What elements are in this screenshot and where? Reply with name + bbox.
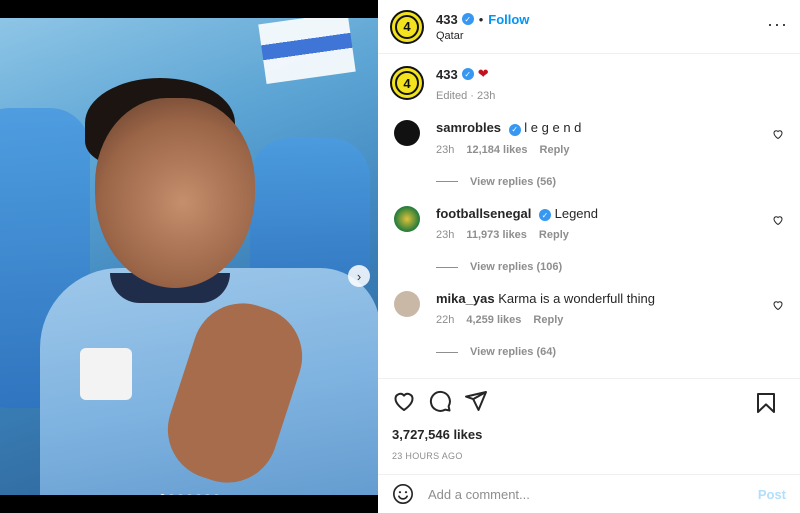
- comment-likes[interactable]: 4,259 likes: [466, 314, 521, 326]
- divider: [436, 181, 458, 182]
- comment-item: samrobles ✓ l e g e n d 23h 12,184 likes…: [390, 120, 788, 188]
- comment-time[interactable]: 23h: [436, 144, 454, 156]
- carousel-dots: [0, 494, 378, 495]
- post-timestamp[interactable]: 23 HOURS AGO: [392, 451, 788, 461]
- comment-username[interactable]: footballsenegal: [436, 206, 531, 221]
- reply-button[interactable]: Reply: [540, 144, 570, 156]
- carousel-dot: [195, 494, 201, 495]
- post-photo[interactable]: ›: [0, 18, 378, 495]
- heart-icon[interactable]: [392, 389, 416, 413]
- post-header: 4 433 ✓ • Follow Qatar ···: [378, 0, 800, 54]
- verified-icon: ✓: [461, 68, 474, 80]
- more-horizontal-icon[interactable]: ···: [767, 14, 788, 35]
- add-comment-bar: Post: [378, 474, 800, 513]
- post-detail-panel: 4 433 ✓ • Follow Qatar ··· 4 433 ✓ ❤ Edi…: [378, 0, 800, 513]
- divider: [436, 351, 458, 353]
- avatar[interactable]: [394, 205, 420, 232]
- carousel-dot: [168, 494, 174, 495]
- view-replies-label: View replies (64): [470, 346, 557, 358]
- comment-time[interactable]: 22h: [436, 314, 454, 326]
- view-replies-button[interactable]: View replies (64): [436, 346, 655, 358]
- view-replies-label: View replies (106): [470, 261, 563, 273]
- carousel-dot: [213, 494, 219, 495]
- post-author-username[interactable]: 433: [436, 12, 458, 27]
- avatar[interactable]: 4: [390, 66, 424, 100]
- flag-background: [258, 18, 356, 84]
- separator-dot: •: [478, 11, 484, 27]
- divider: [436, 266, 458, 268]
- caption: 4 433 ✓ ❤ Edited · 23h: [390, 66, 788, 102]
- carousel-dot: [159, 494, 165, 495]
- comment-username[interactable]: samrobles: [436, 120, 501, 135]
- heart-icon[interactable]: [772, 299, 784, 314]
- comment-text: l e g e n d: [524, 120, 582, 135]
- comment-username[interactable]: mika_yas: [436, 291, 495, 306]
- post-comment-button[interactable]: Post: [758, 487, 786, 502]
- carousel-dot: [177, 494, 183, 495]
- share-icon[interactable]: [464, 389, 488, 413]
- world-cup-badge: [80, 348, 132, 400]
- comment-input[interactable]: [428, 486, 758, 502]
- verified-icon: ✓: [538, 209, 551, 221]
- comment-text: Karma is a wonderfull thing: [498, 291, 655, 306]
- avatar[interactable]: [394, 120, 420, 146]
- verified-icon: ✓: [508, 123, 521, 136]
- likes-count[interactable]: 3,727,546 likes: [392, 427, 788, 442]
- caption-username[interactable]: 433: [436, 67, 458, 82]
- heart-icon[interactable]: [772, 128, 784, 143]
- caption-emoji: ❤: [477, 66, 489, 81]
- view-replies-button[interactable]: View replies (106): [436, 261, 598, 273]
- view-replies-label: View replies (56): [470, 175, 557, 188]
- emoji-icon[interactable]: [392, 483, 414, 505]
- avatar[interactable]: [394, 291, 420, 317]
- comment-likes[interactable]: 12,184 likes: [466, 144, 527, 156]
- avatar-logo: 4: [395, 14, 419, 39]
- comment-likes[interactable]: 11,973 likes: [466, 229, 527, 241]
- caption-meta: Edited · 23h: [436, 90, 496, 102]
- view-replies-button[interactable]: View replies (56): [436, 176, 581, 188]
- bookmark-icon[interactable]: [754, 391, 778, 415]
- avatar[interactable]: 4: [390, 9, 424, 44]
- carousel-dot: [186, 494, 192, 495]
- avatar-logo: 4: [395, 71, 419, 95]
- comments-section[interactable]: 4 433 ✓ ❤ Edited · 23h samrobles ✓ l e g…: [378, 54, 800, 378]
- comment-text: Legend: [554, 205, 598, 221]
- reply-button[interactable]: Reply: [533, 314, 563, 326]
- comment-time[interactable]: 23h: [436, 229, 454, 241]
- comment-icon[interactable]: [428, 389, 452, 413]
- reply-button[interactable]: Reply: [539, 229, 569, 241]
- comment-item: mika_yas Karma is a wonderfull thing 22h…: [390, 291, 788, 358]
- follow-button[interactable]: Follow: [488, 12, 529, 27]
- carousel-dot: [204, 494, 210, 495]
- carousel-next-icon[interactable]: ›: [348, 265, 370, 287]
- player-face: [95, 98, 255, 288]
- post-actions: 3,727,546 likes 23 HOURS AGO: [378, 378, 800, 474]
- post-location[interactable]: Qatar: [436, 30, 529, 42]
- verified-icon: ✓: [461, 13, 474, 25]
- comment-item: footballsenegal ✓ Legend 23h 11,973 like…: [390, 205, 788, 273]
- header-text: 433 ✓ • Follow Qatar: [436, 12, 529, 42]
- heart-icon[interactable]: [772, 214, 784, 229]
